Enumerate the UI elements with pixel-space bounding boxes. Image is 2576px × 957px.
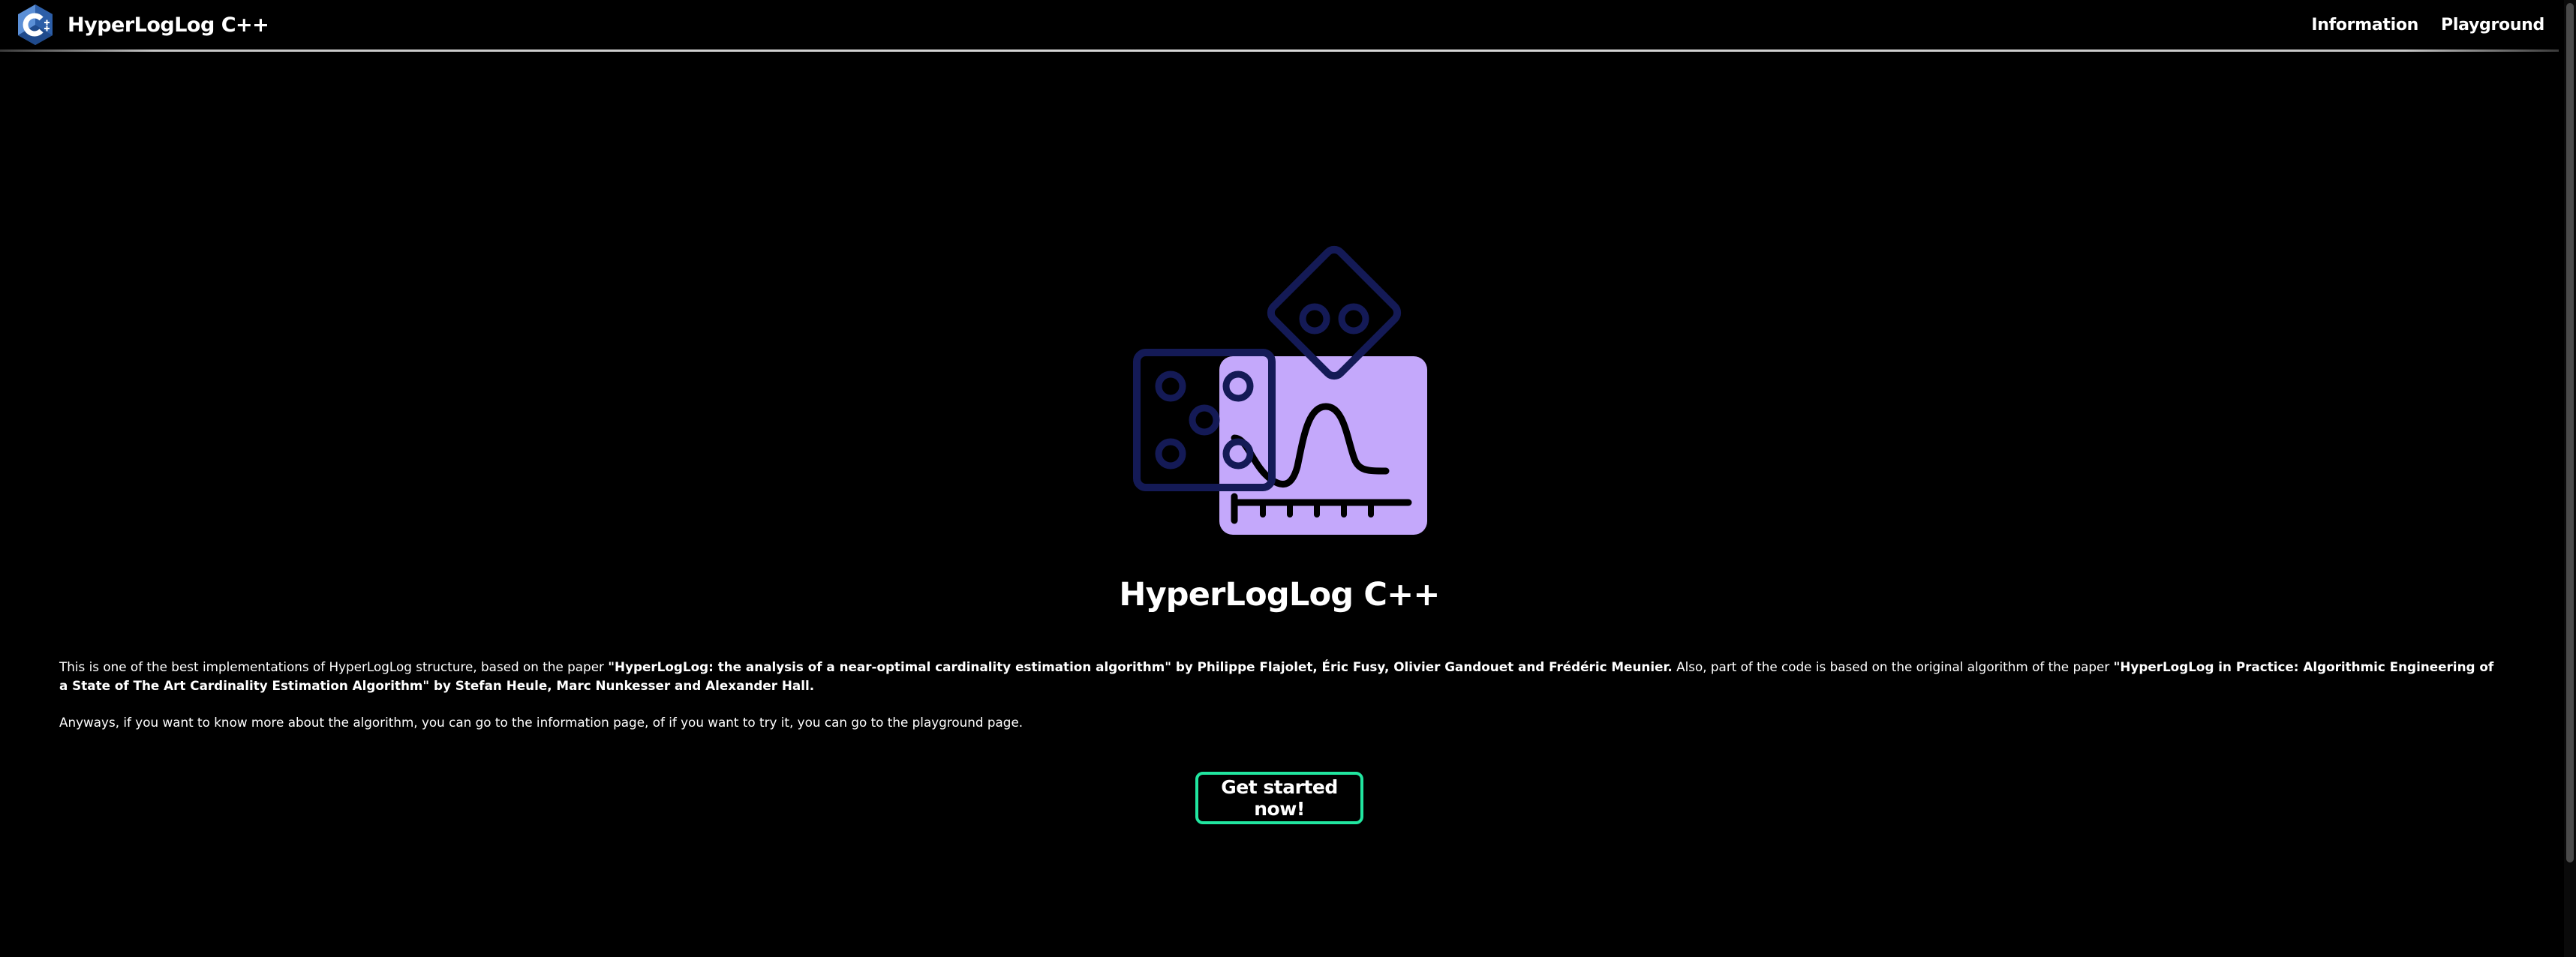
paper-citation-1: "HyperLogLog: the analysis of a near-opt… bbox=[608, 659, 1673, 674]
vertical-scrollbar[interactable] bbox=[2564, 0, 2576, 957]
navbar-divider bbox=[0, 50, 2559, 52]
scrollbar-thumb[interactable] bbox=[2566, 3, 2574, 862]
navbar: HyperLogLog C++ Information Playground bbox=[0, 0, 2559, 50]
hero-illustration bbox=[1129, 242, 1429, 542]
page: HyperLogLog C++ Information Playground H… bbox=[0, 0, 2576, 957]
get-started-button[interactable]: Get started now! bbox=[1195, 772, 1363, 824]
description-paragraph: This is one of the best implementations … bbox=[59, 658, 2501, 695]
cplusplus-logo-icon bbox=[14, 3, 57, 46]
description-intro: This is one of the best implementations … bbox=[59, 659, 609, 674]
description-middle: Also, part of the code is based on the o… bbox=[1672, 659, 2114, 674]
nav-link-playground[interactable]: Playground bbox=[2441, 16, 2544, 34]
brand-name: HyperLogLog C++ bbox=[68, 13, 269, 37]
dice-probability-graph-icon bbox=[1129, 242, 1429, 542]
nav-link-information[interactable]: Information bbox=[2311, 16, 2418, 34]
nav-links: Information Playground bbox=[2289, 0, 2544, 50]
description-paragraph-2: Anyways, if you want to know more about … bbox=[59, 715, 1023, 730]
brand-link[interactable]: HyperLogLog C++ bbox=[14, 3, 269, 46]
page-title: HyperLogLog C++ bbox=[1119, 576, 1440, 614]
